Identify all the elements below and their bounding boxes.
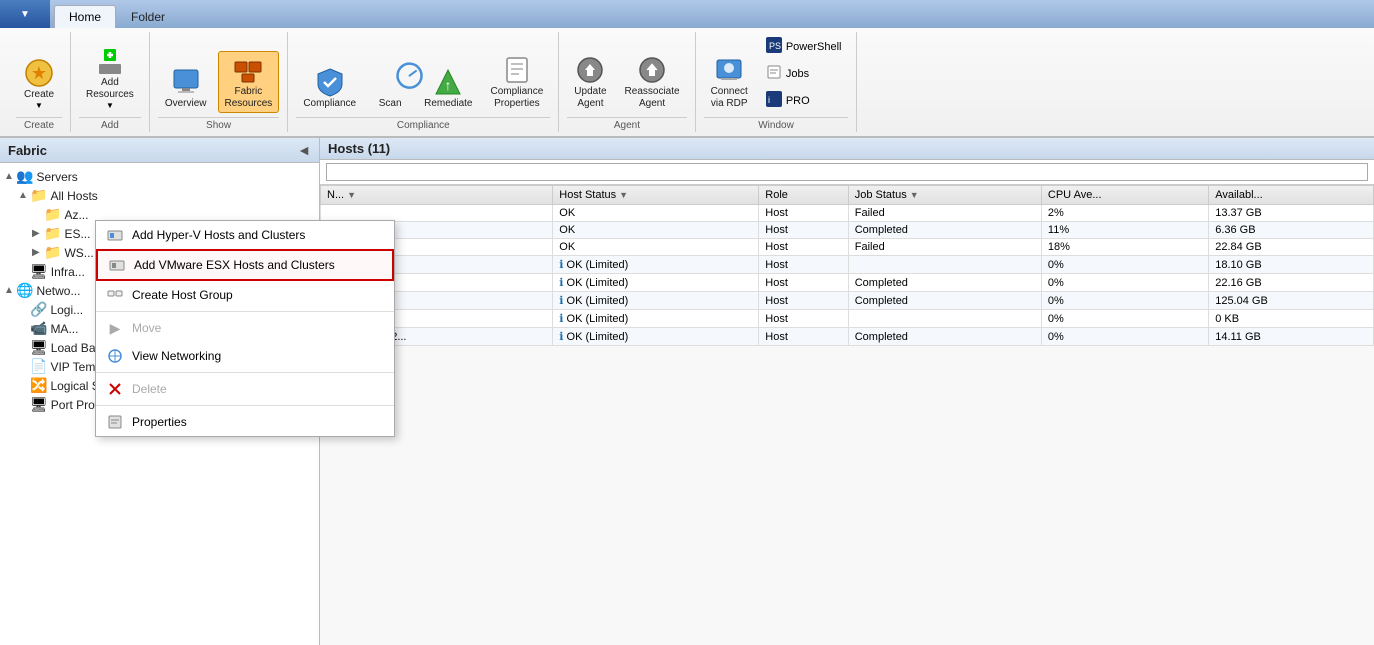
- context-menu-label-create-host-group: Create Host Group: [132, 288, 233, 302]
- context-menu-label-properties: Properties: [132, 415, 187, 429]
- context-menu-item-delete: Delete: [96, 375, 394, 403]
- context-menu-label-view-networking: View Networking: [132, 349, 221, 363]
- context-menu-icon-properties: [106, 413, 124, 431]
- context-menu-icon-add-hyperv: [106, 226, 124, 244]
- divider3: [96, 405, 394, 406]
- context-menu-icon-create-host-group: [106, 286, 124, 304]
- context-menu-item-add-hyperv[interactable]: Add Hyper-V Hosts and Clusters: [96, 221, 394, 249]
- context-menu-label-add-vmware: Add VMware ESX Hosts and Clusters: [134, 258, 335, 272]
- divider1: [96, 311, 394, 312]
- context-menu-item-add-vmware[interactable]: Add VMware ESX Hosts and Clusters: [96, 249, 394, 281]
- context-menu-overlay: Add Hyper-V Hosts and Clusters Add VMware…: [0, 0, 1374, 603]
- context-menu-icon-view-networking: [106, 347, 124, 365]
- context-menu-item-create-host-group[interactable]: Create Host Group: [96, 281, 394, 309]
- context-menu-icon-add-vmware: [108, 256, 126, 274]
- context-menu-item-view-networking[interactable]: View Networking: [96, 342, 394, 370]
- context-menu-label-move: Move: [132, 321, 161, 335]
- context-menu: Add Hyper-V Hosts and Clusters Add VMware…: [95, 220, 395, 437]
- context-menu-icon-delete: [106, 380, 124, 398]
- context-menu-item-move: ▶ Move: [96, 314, 394, 342]
- context-menu-label-add-hyperv: Add Hyper-V Hosts and Clusters: [132, 228, 305, 242]
- context-menu-item-properties[interactable]: Properties: [96, 408, 394, 436]
- divider2: [96, 372, 394, 373]
- context-menu-icon-move: ▶: [106, 319, 124, 337]
- context-menu-label-delete: Delete: [132, 382, 167, 396]
